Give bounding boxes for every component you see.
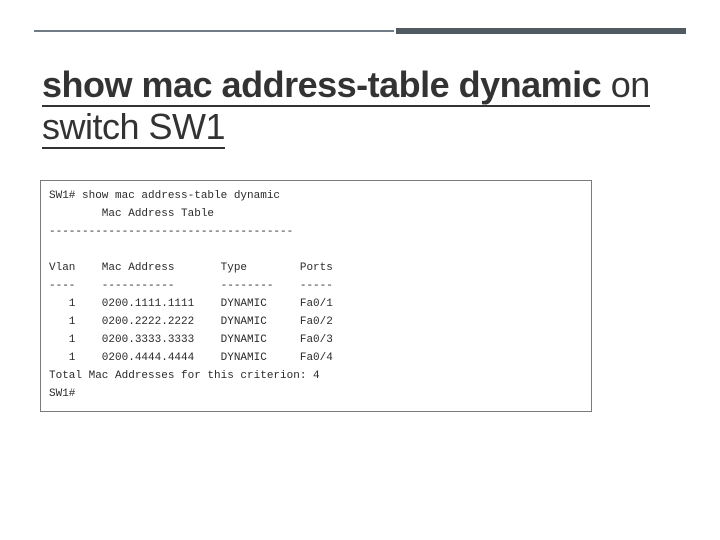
terminal-blank [49,241,583,259]
slide: show mac address-table dynamic on switch… [0,0,720,540]
terminal-footer: Total Mac Addresses for this criterion: … [49,367,583,385]
terminal-subheader: Mac Address Table [49,205,583,223]
terminal-separator: ------------------------------------- [49,223,583,241]
table-row: 1 0200.3333.3333 DYNAMIC Fa0/3 [49,331,583,349]
table-row: 1 0200.2222.2222 DYNAMIC Fa0/2 [49,313,583,331]
terminal-entries: 1 0200.1111.1111 DYNAMIC Fa0/1 1 0200.22… [49,295,583,367]
table-row: 1 0200.1111.1111 DYNAMIC Fa0/1 [49,295,583,313]
header-rule-thin [34,30,394,32]
table-row: 1 0200.4444.4444 DYNAMIC Fa0/4 [49,349,583,367]
header-rule-thick [396,28,686,34]
terminal-output: SW1# show mac address-table dynamic Mac … [40,180,592,412]
terminal-column-underline: ---- ----------- -------- ----- [49,277,583,295]
terminal-column-header: Vlan Mac Address Type Ports [49,259,583,277]
header-rule [0,0,720,46]
slide-title: show mac address-table dynamic on switch… [42,64,678,149]
terminal-prompt-cmd: SW1# show mac address-table dynamic [49,187,583,205]
title-command: show mac address-table dynamic [42,64,601,105]
terminal-final-prompt: SW1# [49,385,583,403]
